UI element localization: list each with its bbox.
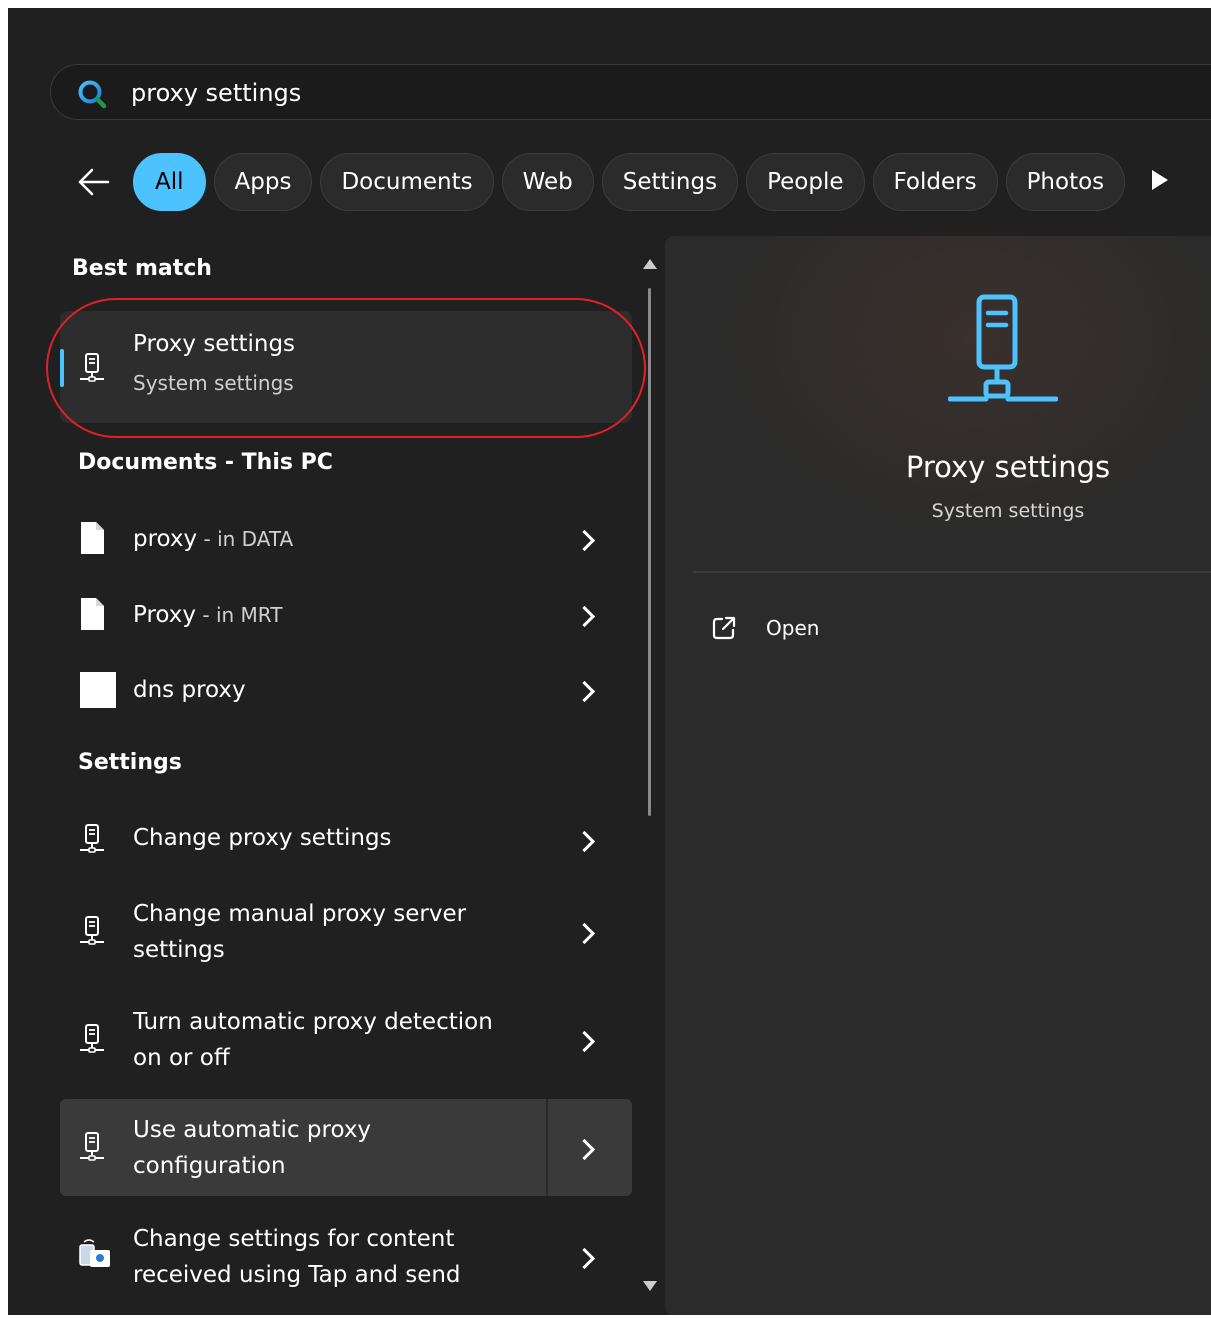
chip-all[interactable]: All	[133, 153, 206, 211]
list-item[interactable]: proxy - in DATA	[60, 521, 632, 559]
list-item[interactable]: Change proxy settings	[60, 820, 632, 860]
chip-people[interactable]: People	[746, 153, 865, 211]
document-name: dns proxy	[133, 677, 246, 703]
setting-label-line2: received using Tap and send	[133, 1262, 461, 1288]
chevron-right-icon	[573, 680, 596, 703]
proxy-icon	[80, 824, 104, 853]
chevron-right-icon[interactable]	[573, 1138, 596, 1161]
more-filters-icon[interactable]	[1152, 170, 1168, 190]
highlight-annotation	[46, 298, 646, 438]
setting-label-line2: configuration	[133, 1153, 286, 1179]
blank-file-icon	[80, 672, 116, 708]
open-button[interactable]: Open	[711, 612, 911, 644]
chip-apps[interactable]: Apps	[213, 153, 313, 211]
document-name: Proxy	[133, 602, 197, 628]
preview-divider	[693, 571, 1211, 573]
setting-label-line2: settings	[133, 937, 225, 963]
list-item[interactable]: Proxy - in MRT	[60, 597, 632, 635]
open-external-icon	[712, 616, 736, 640]
list-item[interactable]: dns proxy	[60, 672, 632, 710]
chevron-right-icon	[573, 1247, 596, 1270]
scroll-down-arrow-icon[interactable]	[643, 1281, 657, 1291]
search-window: All Apps Documents Web Settings People F…	[8, 8, 1211, 1315]
setting-label: Use automatic proxy	[133, 1117, 372, 1143]
proxy-icon	[80, 1132, 104, 1161]
search-input[interactable]	[131, 77, 1031, 109]
preview-pane: Proxy settings System settings Open	[665, 236, 1211, 1315]
preview-title: Proxy settings	[905, 450, 1111, 484]
scrollbar-thumb[interactable]	[648, 288, 651, 816]
back-arrow-icon[interactable]	[76, 164, 112, 200]
chevron-right-icon	[573, 605, 596, 628]
chip-photos[interactable]: Photos	[1005, 153, 1126, 211]
best-match-heading: Best match	[72, 256, 212, 281]
search-icon	[78, 80, 107, 109]
scroll-up-arrow-icon[interactable]	[643, 259, 657, 269]
chevron-right-icon	[573, 529, 596, 552]
proxy-icon	[80, 1024, 104, 1053]
document-location: - in MRT	[196, 603, 283, 627]
settings-heading: Settings	[78, 750, 182, 775]
proxy-large-icon	[948, 294, 1058, 402]
chevron-right-icon	[573, 922, 596, 945]
document-icon	[81, 522, 104, 554]
open-label: Open	[766, 616, 820, 640]
tap-and-send-icon	[79, 1239, 110, 1267]
list-item[interactable]: Use automatic proxy configuration	[60, 1112, 632, 1184]
preview-background	[665, 236, 1211, 576]
chip-settings[interactable]: Settings	[601, 153, 739, 211]
preview-subtitle: System settings	[931, 500, 1085, 522]
chip-web[interactable]: Web	[501, 153, 594, 211]
filter-chips: All Apps Documents Web Settings People F…	[133, 153, 1126, 211]
chevron-right-icon	[573, 830, 596, 853]
document-location: - in DATA	[197, 527, 294, 551]
setting-label: Change manual proxy server	[133, 901, 467, 927]
setting-label: Change proxy settings	[133, 825, 392, 851]
chip-documents[interactable]: Documents	[320, 153, 494, 211]
documents-heading: Documents - This PC	[78, 450, 333, 475]
list-item[interactable]: Change manual proxy server settings	[60, 896, 632, 968]
list-item[interactable]: Turn automatic proxy detection on or off	[60, 1004, 632, 1076]
document-name: proxy	[133, 526, 198, 552]
document-icon	[81, 598, 104, 630]
setting-label: Change settings for content	[133, 1226, 455, 1252]
search-bar[interactable]	[50, 64, 1211, 120]
proxy-icon	[80, 916, 104, 945]
list-item[interactable]: Change settings for content received usi…	[60, 1221, 632, 1293]
setting-label: Turn automatic proxy detection	[133, 1009, 493, 1035]
setting-label-line2: on or off	[133, 1045, 230, 1071]
chip-folders[interactable]: Folders	[872, 153, 998, 211]
chevron-right-icon	[573, 1030, 596, 1053]
